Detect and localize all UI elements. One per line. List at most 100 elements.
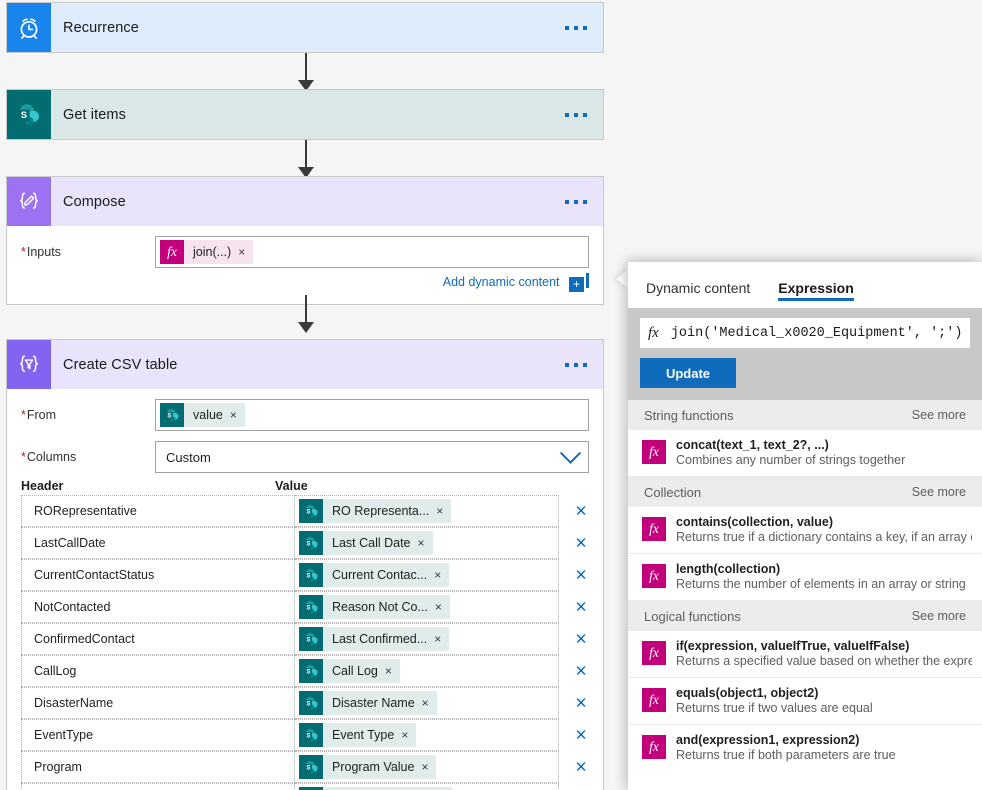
function-list-item[interactable]: fx contains(collection, value) Returns tru… <box>628 507 982 554</box>
dynamic-token-value[interactable]: S value × <box>160 403 245 427</box>
more-commands-button[interactable] <box>565 112 587 117</box>
svg-text:S: S <box>167 413 171 419</box>
column-header-input[interactable]: DisasterName <box>21 687 295 719</box>
column-header-input[interactable]: Program <box>21 751 295 783</box>
expression-editor-area: fx join('Medical_x0020_Equipment', ';') … <box>628 308 982 400</box>
column-value-input[interactable]: S Last Call Date × <box>295 527 559 559</box>
sharepoint-icon: S <box>7 90 51 139</box>
column-value-input[interactable]: S Current Contac... × <box>295 559 559 591</box>
columns-table-rows: RORepresentative S RO Representa... × ✕ LastC… <box>7 495 603 790</box>
delete-row-button[interactable]: ✕ <box>559 502 603 520</box>
token-remove-icon[interactable]: × <box>230 403 245 427</box>
more-commands-button[interactable] <box>565 25 587 30</box>
update-button[interactable]: Update <box>640 358 736 388</box>
tab-dynamic-content[interactable]: Dynamic content <box>646 262 750 308</box>
function-list-item[interactable]: fx concat(text_1, text_2?, ...) Combines a… <box>628 430 982 477</box>
column-header-input[interactable]: FacilityType <box>21 783 295 790</box>
delete-row-button[interactable]: ✕ <box>559 726 603 744</box>
dynamic-token[interactable]: S Call Log × <box>299 659 400 683</box>
function-description: Combines any number of strings together <box>676 453 906 467</box>
flow-step-create-csv-table[interactable]: Create CSV table *From S value × *Column… <box>6 339 604 790</box>
delete-row-button[interactable]: ✕ <box>559 694 603 712</box>
card-header[interactable]: S Get items <box>7 90 603 139</box>
token-remove-icon[interactable]: × <box>434 627 449 651</box>
sharepoint-icon: S <box>299 531 323 555</box>
function-list-item[interactable]: fx equals(object1, object2) Returns true i… <box>628 678 982 725</box>
delete-row-button[interactable]: ✕ <box>559 630 603 648</box>
column-value-input[interactable]: SFacility Type Va...× <box>295 783 559 790</box>
close-icon[interactable]: ✕ <box>575 503 588 520</box>
token-remove-icon[interactable]: × <box>421 755 436 779</box>
close-icon[interactable]: ✕ <box>575 631 588 648</box>
column-header-input[interactable]: CurrentContactStatus <box>21 559 295 591</box>
svg-text:S: S <box>306 541 310 547</box>
token-remove-icon[interactable]: × <box>418 531 433 555</box>
dynamic-token[interactable]: S Current Contac... × <box>299 563 450 587</box>
card-header[interactable]: Recurrence <box>7 3 603 52</box>
close-icon[interactable]: ✕ <box>575 567 588 584</box>
tab-expression[interactable]: Expression <box>778 262 855 308</box>
plus-icon[interactable]: + <box>569 277 584 292</box>
see-more-link[interactable]: See more <box>912 485 966 499</box>
dynamic-token[interactable]: S Program Value × <box>299 755 437 779</box>
required-asterisk: * <box>21 245 26 259</box>
expression-token-join[interactable]: fx join(...) × <box>160 240 254 264</box>
column-value-input[interactable]: S Call Log × <box>295 655 559 687</box>
dynamic-token[interactable]: S RO Representa... × <box>299 499 452 523</box>
column-header-input[interactable]: ConfirmedContact <box>21 623 295 655</box>
columns-dropdown[interactable]: Custom <box>155 441 589 473</box>
function-list-item[interactable]: fx if(expression, valueIfTrue, valueIfFal… <box>628 631 982 678</box>
delete-row-button[interactable]: ✕ <box>559 534 603 552</box>
close-icon[interactable]: ✕ <box>575 727 588 744</box>
card-header[interactable]: Compose <box>7 177 603 226</box>
see-more-link[interactable]: See more <box>912 408 966 422</box>
dynamic-token[interactable]: S Disaster Name × <box>299 691 437 715</box>
delete-row-button[interactable]: ✕ <box>559 758 603 776</box>
chevron-down-icon[interactable] <box>559 442 582 464</box>
column-value-input[interactable]: S Disaster Name × <box>295 687 559 719</box>
column-value-input[interactable]: S Reason Not Co... × <box>295 591 559 623</box>
close-icon[interactable]: ✕ <box>575 663 588 680</box>
flow-step-compose[interactable]: Compose *Inputs fx join(...) × Add dynam… <box>6 176 604 305</box>
from-input[interactable]: S value × <box>155 399 589 431</box>
token-remove-icon[interactable]: × <box>435 595 450 619</box>
column-value-input[interactable]: S RO Representa... × <box>295 495 559 527</box>
fx-icon: fx <box>648 324 659 341</box>
inputs-input[interactable]: fx join(...) × <box>155 236 589 268</box>
column-header-input[interactable]: NotContacted <box>21 591 295 623</box>
see-more-link[interactable]: See more <box>912 609 966 623</box>
function-list-item[interactable]: fx and(expression1, expression2) Returns t… <box>628 725 982 771</box>
token-remove-icon[interactable]: × <box>238 240 253 264</box>
function-list-item[interactable]: fx length(collection) Returns the number o… <box>628 554 982 601</box>
expression-input[interactable]: fx join('Medical_x0020_Equipment', ';') <box>640 318 970 348</box>
dynamic-token[interactable]: S Event Type × <box>299 723 417 747</box>
token-remove-icon[interactable]: × <box>422 691 437 715</box>
dynamic-token[interactable]: S Last Call Date × <box>299 531 433 555</box>
close-icon[interactable]: ✕ <box>575 599 588 616</box>
close-icon[interactable]: ✕ <box>575 759 588 776</box>
column-value-input[interactable]: S Event Type × <box>295 719 559 751</box>
dynamic-token[interactable]: S Last Confirmed... × <box>299 627 450 651</box>
column-value-input[interactable]: S Program Value × <box>295 751 559 783</box>
flow-step-get-items[interactable]: S Get items <box>6 89 604 140</box>
token-remove-icon[interactable]: × <box>434 563 449 587</box>
token-remove-icon[interactable]: × <box>385 659 400 683</box>
close-icon[interactable]: ✕ <box>575 535 588 552</box>
column-value-input[interactable]: S Last Confirmed... × <box>295 623 559 655</box>
delete-row-button[interactable]: ✕ <box>559 662 603 680</box>
delete-row-button[interactable]: ✕ <box>559 598 603 616</box>
flow-step-recurrence[interactable]: Recurrence <box>6 2 604 53</box>
delete-row-button[interactable]: ✕ <box>559 566 603 584</box>
function-signature: equals(object1, object2) <box>676 686 819 700</box>
token-remove-icon[interactable]: × <box>436 499 451 523</box>
card-header[interactable]: Create CSV table <box>7 340 603 389</box>
column-header-input[interactable]: LastCallDate <box>21 527 295 559</box>
close-icon[interactable]: ✕ <box>575 695 588 712</box>
token-remove-icon[interactable]: × <box>401 723 416 747</box>
column-header-input[interactable]: EventType <box>21 719 295 751</box>
column-header-input[interactable]: RORepresentative <box>21 495 295 527</box>
column-header-input[interactable]: CallLog <box>21 655 295 687</box>
more-commands-button[interactable] <box>565 199 587 204</box>
dynamic-token[interactable]: S Reason Not Co... × <box>299 595 450 619</box>
more-commands-button[interactable] <box>565 362 587 367</box>
